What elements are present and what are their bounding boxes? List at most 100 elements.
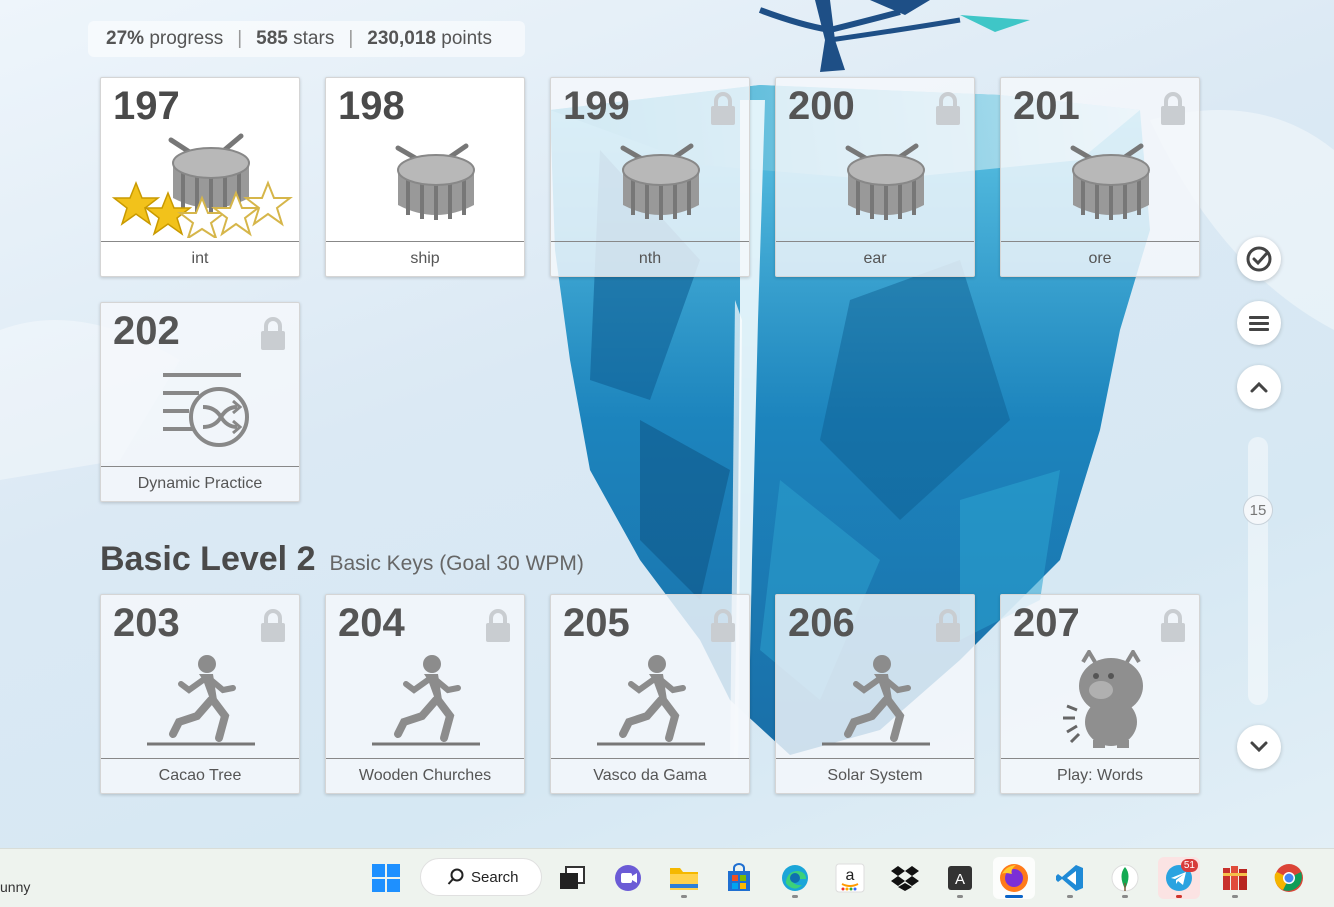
chrome-icon bbox=[1274, 864, 1303, 892]
runner-icon bbox=[776, 645, 976, 755]
lock-icon bbox=[1161, 92, 1185, 125]
points-value: 230,018 bbox=[367, 28, 436, 49]
scroll-up-button[interactable] bbox=[1237, 365, 1281, 409]
chevron-up-icon bbox=[1250, 381, 1268, 393]
mongodb-icon bbox=[1111, 864, 1139, 892]
books-icon bbox=[1223, 866, 1247, 890]
lesson-label: ear bbox=[776, 241, 974, 276]
telegram-app[interactable]: 51 bbox=[1158, 857, 1200, 899]
runner-icon bbox=[326, 645, 526, 755]
svg-text:a: a bbox=[846, 867, 855, 884]
chrome-app[interactable] bbox=[1268, 857, 1310, 899]
amazon-icon: a bbox=[835, 863, 865, 893]
running-indicator bbox=[1232, 895, 1238, 898]
meet-app[interactable] bbox=[607, 857, 649, 899]
store-icon bbox=[728, 863, 750, 891]
lock-icon bbox=[261, 609, 285, 642]
lesson-card-200[interactable]: 200 ear bbox=[775, 77, 975, 277]
menu-button[interactable] bbox=[1237, 301, 1281, 345]
lesson-card-197[interactable]: 197 int bbox=[100, 77, 300, 277]
lesson-number: 201 bbox=[1013, 84, 1080, 128]
lesson-card-207[interactable]: 207 Play: Words bbox=[1000, 594, 1200, 794]
running-indicator bbox=[1122, 895, 1128, 898]
lesson-number: 199 bbox=[563, 84, 630, 128]
lesson-card-206[interactable]: 206 Solar System bbox=[775, 594, 975, 794]
progress-value: 27% bbox=[106, 28, 145, 49]
progress-label: progress bbox=[149, 28, 224, 49]
lesson-card-205[interactable]: 205 Vasco da Gama bbox=[550, 594, 750, 794]
start-button[interactable] bbox=[365, 857, 407, 899]
dropbox-app[interactable] bbox=[884, 857, 926, 899]
running-indicator bbox=[792, 895, 798, 898]
scroll-down-button[interactable] bbox=[1237, 725, 1281, 769]
lesson-label: ship bbox=[326, 241, 524, 276]
lesson-card-199[interactable]: 199 nth bbox=[550, 77, 750, 277]
lock-icon bbox=[711, 609, 735, 642]
search-icon bbox=[447, 868, 464, 885]
search-label: Search bbox=[471, 868, 519, 886]
lesson-number: 203 bbox=[113, 601, 180, 645]
menu-icon bbox=[1249, 316, 1269, 331]
lesson-label: ore bbox=[1001, 241, 1199, 276]
running-indicator bbox=[1176, 895, 1182, 898]
file-explorer-icon bbox=[670, 868, 698, 890]
lock-icon bbox=[936, 92, 960, 125]
level-scroll-thumb[interactable]: 15 bbox=[1243, 495, 1273, 525]
running-indicator bbox=[957, 895, 963, 898]
section-heading: Basic Level 2 Basic Keys (Goal 30 WPM) bbox=[100, 540, 584, 579]
shuffle-list-icon bbox=[101, 353, 301, 463]
widget-text: unny bbox=[0, 879, 31, 895]
lesson-card-202[interactable]: 202 Dynamic Practice bbox=[100, 302, 300, 502]
lesson-card-198[interactable]: 198 ship bbox=[325, 77, 525, 277]
runner-icon bbox=[551, 645, 751, 755]
running-indicator bbox=[1067, 895, 1073, 898]
completed-filter-button[interactable] bbox=[1237, 237, 1281, 281]
drum-icon bbox=[1001, 128, 1201, 238]
lesson-number: 200 bbox=[788, 84, 855, 128]
books-app[interactable] bbox=[1214, 857, 1256, 899]
lock-icon bbox=[711, 92, 735, 125]
edge-icon bbox=[782, 865, 808, 891]
windows-taskbar: unny a A 51 bbox=[0, 848, 1334, 907]
lock-icon bbox=[261, 317, 285, 350]
lesson-label: Wooden Churches bbox=[326, 758, 524, 793]
lesson-number: 197 bbox=[113, 84, 180, 128]
lesson-label: Cacao Tree bbox=[101, 758, 299, 793]
lesson-number: 207 bbox=[1013, 601, 1080, 645]
lesson-card-203[interactable]: 203 Cacao Tree bbox=[100, 594, 300, 794]
lesson-number: 204 bbox=[338, 601, 405, 645]
stars-label: stars bbox=[293, 28, 335, 49]
windows-start-icon bbox=[372, 864, 400, 892]
taskbar-search[interactable]: Search bbox=[420, 858, 542, 896]
vscode-icon bbox=[1056, 865, 1083, 891]
lesson-label: Dynamic Practice bbox=[101, 466, 299, 501]
vscode-app[interactable] bbox=[1049, 857, 1091, 899]
dropbox-icon bbox=[891, 866, 919, 891]
check-circle-icon bbox=[1246, 246, 1272, 272]
drum-icon bbox=[776, 128, 976, 238]
lock-icon bbox=[1161, 609, 1185, 642]
lesson-number: 206 bbox=[788, 601, 855, 645]
level-scroll-track[interactable] bbox=[1248, 437, 1268, 705]
lock-icon bbox=[936, 609, 960, 642]
font-app[interactable]: A bbox=[939, 857, 981, 899]
firefox-app[interactable] bbox=[993, 857, 1035, 899]
separator: | bbox=[348, 28, 354, 49]
running-indicator bbox=[681, 895, 687, 898]
mongodb-app[interactable] bbox=[1104, 857, 1146, 899]
meet-icon bbox=[615, 865, 641, 891]
file-explorer-app[interactable] bbox=[663, 857, 705, 899]
stars-value: 585 bbox=[256, 28, 288, 49]
lesson-number: 202 bbox=[113, 309, 180, 353]
task-view-button[interactable] bbox=[551, 857, 593, 899]
store-app[interactable] bbox=[718, 857, 760, 899]
lesson-number: 198 bbox=[338, 84, 405, 128]
font-app-icon: A bbox=[948, 866, 972, 890]
lesson-label: int bbox=[101, 241, 299, 276]
task-view-icon bbox=[560, 866, 585, 889]
lesson-label: Solar System bbox=[776, 758, 974, 793]
lesson-card-204[interactable]: 204 Wooden Churches bbox=[325, 594, 525, 794]
lesson-card-201[interactable]: 201 ore bbox=[1000, 77, 1200, 277]
edge-app[interactable] bbox=[774, 857, 816, 899]
amazon-app[interactable]: a bbox=[829, 857, 871, 899]
